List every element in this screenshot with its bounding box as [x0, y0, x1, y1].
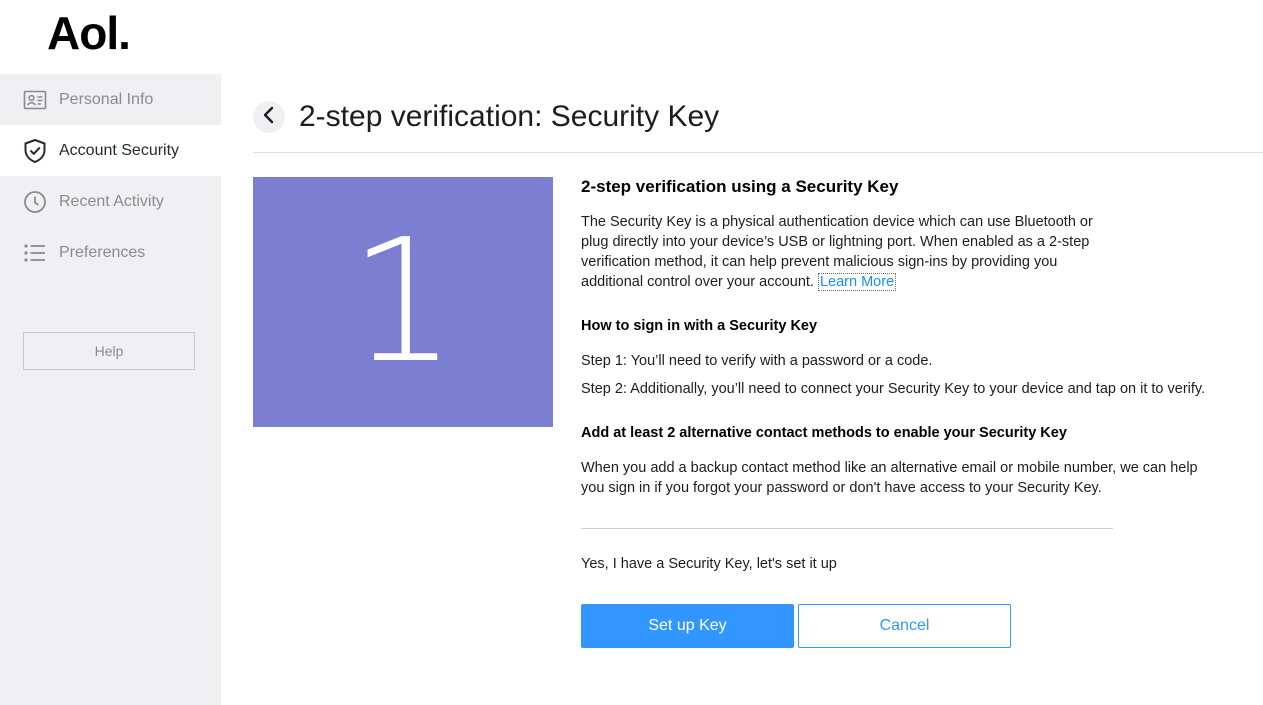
- page-title: 2-step verification: Security Key: [299, 100, 720, 133]
- alt-contact-description: When you add a backup contact method lik…: [581, 460, 1198, 496]
- help-button[interactable]: Help: [23, 332, 195, 370]
- step-1-text: Step 1: You’ll need to verify with a pas…: [581, 353, 933, 369]
- section-divider: [581, 528, 1113, 529]
- how-to-heading: How to sign in with a Security Key: [581, 318, 818, 334]
- cancel-button[interactable]: Cancel: [798, 604, 1011, 648]
- sidebar: Personal Info Account Security Recent Ac…: [0, 74, 221, 705]
- step-number: 1: [348, 203, 458, 401]
- section-heading: 2-step verification using a Security Key: [581, 177, 899, 196]
- clock-icon: [23, 190, 47, 214]
- step-2-text: Step 2: Additionally, you’ll need to con…: [581, 381, 1206, 397]
- step-illustration: 1: [253, 177, 553, 427]
- sidebar-item-preferences[interactable]: Preferences: [0, 227, 221, 278]
- set-up-key-button[interactable]: Set up Key: [581, 604, 794, 648]
- sidebar-item-account-security[interactable]: Account Security: [0, 125, 221, 176]
- learn-more-link[interactable]: Learn More: [817, 273, 897, 291]
- chevron-left-icon: [262, 106, 276, 129]
- alt-contact-heading: Add at least 2 alternative contact metho…: [581, 425, 1067, 441]
- sidebar-item-label: Preferences: [59, 243, 146, 261]
- confirm-text: Yes, I have a Security Key, let's set it…: [581, 556, 837, 572]
- logo-area: Aol.: [0, 0, 221, 74]
- list-icon: [23, 241, 47, 265]
- aol-logo[interactable]: Aol.: [47, 8, 131, 58]
- sidebar-item-label: Account Security: [59, 141, 180, 159]
- sidebar-item-label: Recent Activity: [59, 192, 164, 210]
- title-divider: [253, 152, 1263, 153]
- back-button[interactable]: [253, 101, 285, 133]
- shield-check-icon: [23, 138, 47, 163]
- sidebar-item-personal-info[interactable]: Personal Info: [0, 74, 221, 125]
- sidebar-item-recent-activity[interactable]: Recent Activity: [0, 176, 221, 227]
- id-card-icon: [23, 88, 47, 112]
- page: Aol. Personal Info Account Security Rece…: [0, 0, 1263, 705]
- sidebar-item-label: Personal Info: [59, 90, 154, 108]
- description-paragraph: The Security Key is a physical authentic…: [581, 212, 1121, 292]
